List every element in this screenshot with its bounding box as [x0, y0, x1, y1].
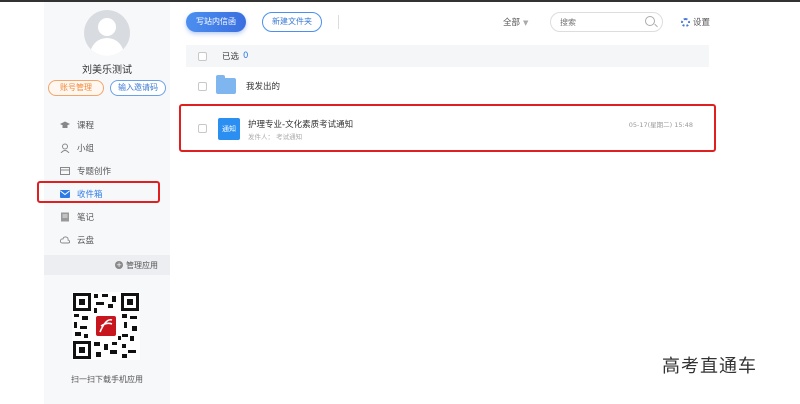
sidebar: 刘美乐测试 账号管理 输入邀请码 课程 小组 专题创作 收件箱 笔记 云盘 + … [44, 2, 170, 404]
enter-invite-code-button[interactable]: 输入邀请码 [110, 80, 166, 96]
avatar[interactable] [84, 10, 130, 56]
caret-down-icon: ▼ [523, 19, 529, 27]
account-management-button[interactable]: 账号管理 [48, 80, 104, 96]
search-icon[interactable] [645, 16, 655, 26]
sidebar-item-notes[interactable]: 笔记 [60, 208, 94, 226]
graduation-cap-icon [60, 121, 70, 128]
sidebar-item-label: 小组 [77, 144, 95, 154]
selected-count: 0 [243, 51, 249, 61]
gear-icon [681, 17, 690, 27]
highlight-inbox-frame [37, 181, 160, 203]
folder-icon [216, 75, 236, 94]
sidebar-item-cloud-drive[interactable]: 云盘 [60, 231, 94, 249]
filter-label: 全部 [503, 18, 521, 28]
folder-label: 我发出的 [246, 82, 281, 92]
select-all-checkbox[interactable] [198, 51, 207, 61]
settings-button[interactable]: 设置 [681, 16, 710, 28]
qr-caption: 扫一扫下载手机应用 [71, 375, 143, 384]
sidebar-item-groups[interactable]: 小组 [60, 139, 94, 157]
list-header: 已选 0 [186, 45, 709, 67]
group-icon [60, 143, 70, 153]
sidebar-item-label: 云盘 [77, 236, 95, 246]
folder-checkbox[interactable] [198, 81, 207, 91]
sidebar-item-courses[interactable]: 课程 [60, 116, 94, 134]
sidebar-item-topic-creation[interactable]: 专题创作 [60, 162, 111, 180]
new-folder-button[interactable]: 新建文件夹 [262, 12, 322, 32]
watermark-text: 高考直通车 [662, 356, 757, 377]
write-message-button[interactable]: 写站内信函 [186, 12, 246, 32]
avatar-head-icon [98, 18, 116, 36]
cloud-icon [60, 236, 70, 244]
avatar-body-icon [90, 38, 124, 56]
filter-dropdown[interactable]: 全部 ▼ [503, 16, 528, 28]
plus-icon: + [115, 261, 123, 269]
sidebar-item-label: 笔记 [77, 213, 95, 223]
sidebar-item-label: 课程 [77, 121, 95, 131]
note-icon [61, 212, 69, 222]
folder-row-sent[interactable]: 我发出的 [186, 74, 709, 98]
manage-apps-label: 管理应用 [126, 260, 158, 270]
manage-apps-button[interactable]: + 管理应用 [44, 255, 170, 275]
selected-label: 已选 [222, 52, 240, 62]
sidebar-item-label: 专题创作 [77, 167, 112, 177]
highlight-message-frame [179, 104, 716, 152]
qr-code [72, 292, 140, 360]
topic-icon [60, 167, 70, 175]
username: 刘美乐测试 [82, 65, 132, 76]
settings-label: 设置 [693, 18, 711, 28]
toolbar-divider [338, 15, 339, 29]
